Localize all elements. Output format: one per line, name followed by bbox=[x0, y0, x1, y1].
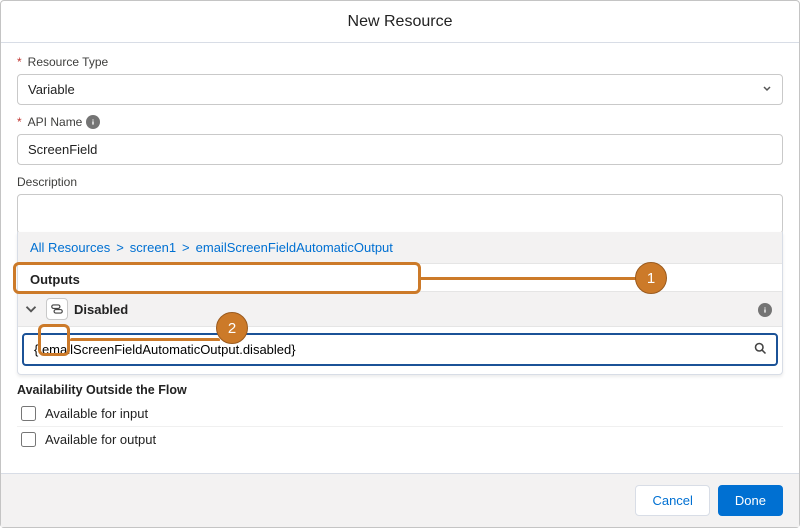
default-value-input[interactable] bbox=[22, 333, 778, 366]
resource-type-select[interactable] bbox=[17, 74, 783, 105]
available-for-output-row[interactable]: Available for output bbox=[17, 427, 783, 452]
available-for-input-row[interactable]: Available for input bbox=[17, 401, 783, 427]
available-for-input-label: Available for input bbox=[45, 406, 148, 421]
chevron-down-icon[interactable] bbox=[22, 300, 40, 318]
breadcrumb: All Resources > screen1 > emailScreenFie… bbox=[18, 232, 782, 264]
cancel-button[interactable]: Cancel bbox=[635, 485, 709, 516]
resource-type-label-text: Resource Type bbox=[28, 55, 109, 69]
availability-section: Availability Outside the Flow Available … bbox=[1, 379, 799, 452]
api-name-input[interactable] bbox=[17, 134, 783, 165]
available-for-input-checkbox[interactable] bbox=[21, 406, 36, 421]
info-icon[interactable] bbox=[86, 115, 100, 129]
breadcrumb-current: emailScreenFieldAutomaticOutput bbox=[196, 240, 393, 255]
breadcrumb-sep: > bbox=[182, 240, 190, 255]
output-item-name: Disabled bbox=[74, 302, 752, 317]
toggle-icon bbox=[46, 298, 68, 320]
availability-title: Availability Outside the Flow bbox=[17, 383, 783, 397]
search-icon[interactable] bbox=[753, 341, 768, 359]
resource-picker-panel: All Resources > screen1 > emailScreenFie… bbox=[17, 232, 783, 375]
description-label-text: Description bbox=[17, 175, 77, 189]
breadcrumb-sep: > bbox=[116, 240, 124, 255]
value-input-row bbox=[22, 333, 778, 366]
resource-type-field: * Resource Type bbox=[17, 55, 783, 105]
api-name-field: * API Name bbox=[17, 115, 783, 165]
api-name-label: * API Name bbox=[17, 115, 783, 129]
done-button[interactable]: Done bbox=[718, 485, 783, 516]
breadcrumb-root[interactable]: All Resources bbox=[30, 240, 110, 255]
available-for-output-label: Available for output bbox=[45, 432, 156, 447]
modal-title: New Resource bbox=[348, 13, 453, 31]
resource-type-select-wrap bbox=[17, 74, 783, 105]
modal-footer: Cancel Done bbox=[1, 473, 799, 527]
outputs-header: Outputs bbox=[18, 264, 782, 291]
available-for-output-checkbox[interactable] bbox=[21, 432, 36, 447]
required-star: * bbox=[17, 115, 22, 129]
breadcrumb-level1[interactable]: screen1 bbox=[130, 240, 176, 255]
modal-header: New Resource bbox=[1, 1, 799, 43]
output-item-row[interactable]: Disabled bbox=[18, 291, 782, 327]
resource-type-label: * Resource Type bbox=[17, 55, 783, 69]
description-input[interactable] bbox=[17, 194, 783, 234]
description-field: Description bbox=[17, 175, 783, 234]
required-star: * bbox=[17, 55, 22, 69]
api-name-label-text: API Name bbox=[28, 115, 83, 129]
description-label: Description bbox=[17, 175, 783, 189]
info-icon[interactable] bbox=[758, 302, 772, 317]
modal-content: * Resource Type * API Name Description bbox=[1, 43, 799, 379]
